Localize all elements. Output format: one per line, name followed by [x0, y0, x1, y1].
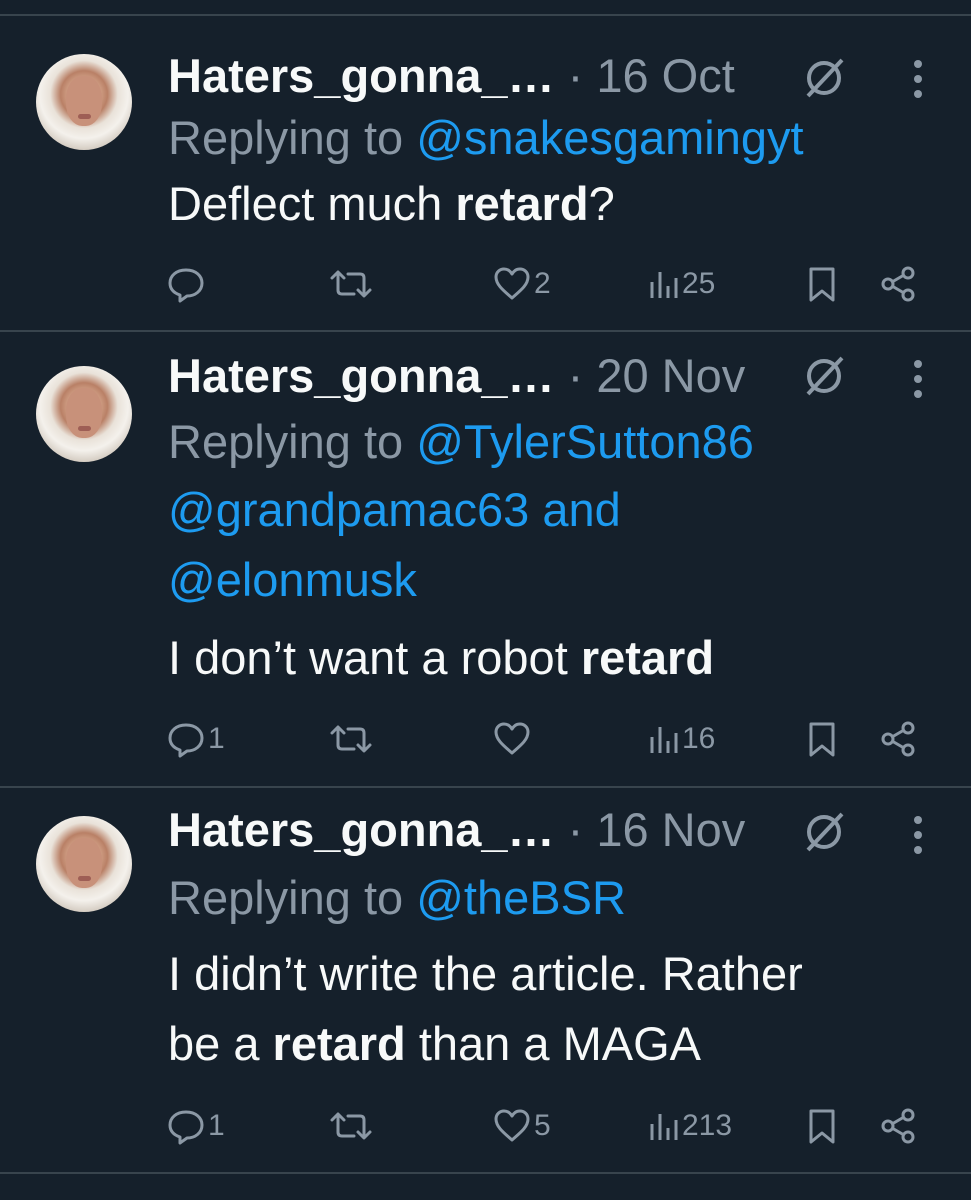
replying-to-label: Replying to [168, 415, 417, 468]
tweet-text: I didn’t write the article. Rather [168, 944, 803, 1004]
tweet-text: Deflect much retard? [168, 174, 615, 234]
more-icon[interactable] [908, 354, 928, 404]
tweet-date[interactable]: 16 Nov [596, 803, 745, 856]
tweet[interactable]: Haters_gonna_… · 16 Oct Replying to @sna… [0, 16, 971, 332]
tweet-text-part: be a [168, 1017, 273, 1070]
replying-to: Replying to @TylerSutton86 [168, 412, 754, 472]
tweet-text-bold: retard [455, 177, 589, 230]
grok-icon[interactable] [800, 54, 848, 102]
like-icon [494, 267, 530, 300]
replying-to-line: @elonmusk [168, 550, 417, 610]
reply-button[interactable] [166, 254, 208, 314]
repost-icon [330, 1112, 372, 1140]
mention-link[interactable]: @elonmusk [168, 553, 417, 606]
tweet-text-part: I didn’t write the article. Rather [168, 947, 803, 1000]
more-icon[interactable] [908, 810, 928, 860]
reply-feed: Haters_gonna_… · 16 Oct Replying to @sna… [0, 0, 971, 1200]
tweet-header: Haters_gonna_… · 16 Nov [168, 800, 745, 860]
reply-icon [168, 268, 204, 303]
replying-to: Replying to @snakesgamingyt [168, 108, 804, 168]
like-count: 5 [534, 1109, 551, 1142]
reply-icon [168, 723, 204, 758]
divider [0, 0, 971, 16]
bookmark-icon [809, 1109, 835, 1144]
tweet-text-part: I don’t want a robot [168, 631, 581, 684]
like-button[interactable]: 5 [492, 1096, 551, 1156]
avatar[interactable] [36, 366, 132, 462]
reply-button[interactable]: 1 [166, 1096, 225, 1156]
tweet-text-bold: retard [272, 1017, 406, 1070]
tweet-text-part: Deflect much [168, 177, 456, 230]
tweet[interactable]: Haters_gonna_… · 20 Nov Replying to @Tyl… [0, 332, 971, 788]
tweet-text: be a retard than a MAGA [168, 1014, 701, 1074]
mention-link[interactable]: @theBSR [416, 871, 626, 924]
like-count: 2 [534, 267, 551, 300]
share-button[interactable] [878, 709, 918, 769]
reply-button[interactable]: 1 [166, 709, 225, 769]
repost-button[interactable] [328, 1096, 376, 1156]
grok-icon[interactable] [800, 352, 848, 400]
like-button[interactable] [492, 709, 534, 769]
views-button[interactable]: 25 [646, 254, 715, 314]
avatar[interactable] [36, 816, 132, 912]
author-name[interactable]: Haters_gonna_… [168, 49, 555, 102]
share-icon [881, 266, 915, 302]
replying-to: Replying to @theBSR [168, 868, 626, 928]
action-bar: 1 5 213 [0, 1096, 971, 1156]
tweet-header: Haters_gonna_… · 20 Nov [168, 346, 745, 406]
views-count: 16 [682, 722, 716, 755]
separator: · [567, 49, 584, 102]
repost-icon [330, 725, 372, 753]
more-icon[interactable] [908, 54, 928, 104]
share-icon [881, 1108, 915, 1144]
replying-to-label: Replying to [168, 871, 417, 924]
like-icon [494, 1109, 530, 1142]
tweet-text-part: ? [588, 177, 615, 230]
bookmark-button[interactable] [804, 1096, 840, 1156]
share-button[interactable] [878, 254, 918, 314]
reply-count: 1 [208, 722, 225, 755]
reply-count: 1 [208, 1109, 225, 1142]
views-icon [650, 727, 678, 753]
share-button[interactable] [878, 1096, 918, 1156]
reply-icon [168, 1110, 204, 1145]
tweet-text: I don’t want a robot retard [168, 628, 714, 688]
action-bar: 2 25 [0, 254, 971, 314]
repost-icon [330, 270, 372, 298]
separator: · [567, 803, 584, 856]
repost-button[interactable] [328, 254, 376, 314]
bookmark-button[interactable] [804, 254, 840, 314]
views-button[interactable]: 213 [646, 1096, 732, 1156]
separator: · [567, 349, 584, 402]
tweet[interactable]: Haters_gonna_… · 16 Nov Replying to @the… [0, 788, 971, 1174]
replying-to-label: Replying to [168, 111, 417, 164]
views-icon [650, 1114, 678, 1140]
share-icon [881, 721, 915, 757]
tweet-text-bold: retard [580, 631, 715, 684]
views-icon [650, 272, 678, 298]
views-button[interactable]: 16 [646, 709, 715, 769]
mention-link[interactable]: @TylerSutton86 [416, 415, 754, 468]
replying-to-line: @grandpamac63 and [168, 480, 621, 540]
author-name[interactable]: Haters_gonna_… [168, 803, 555, 856]
tweet-date[interactable]: 16 Oct [596, 49, 734, 102]
avatar[interactable] [36, 54, 132, 150]
action-bar: 1 16 [0, 709, 971, 769]
views-count: 213 [682, 1109, 733, 1142]
bookmark-icon [809, 722, 835, 757]
like-button[interactable]: 2 [492, 254, 551, 314]
views-count: 25 [682, 267, 716, 300]
mention-link[interactable]: @grandpamac63 and [168, 483, 621, 536]
bookmark-icon [809, 267, 835, 302]
grok-icon[interactable] [800, 808, 848, 856]
tweet-header: Haters_gonna_… · 16 Oct [168, 46, 735, 106]
tweet-text-part: than a MAGA [405, 1017, 701, 1070]
tweet-date[interactable]: 20 Nov [596, 349, 745, 402]
like-icon [494, 722, 530, 755]
author-name[interactable]: Haters_gonna_… [168, 349, 555, 402]
repost-button[interactable] [328, 709, 376, 769]
bookmark-button[interactable] [804, 709, 840, 769]
mention-link[interactable]: @snakesgamingyt [416, 111, 803, 164]
